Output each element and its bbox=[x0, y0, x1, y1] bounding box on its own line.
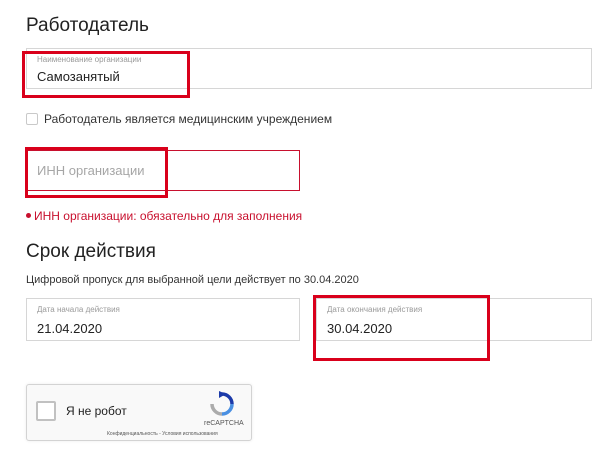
employer-heading: Работодатель bbox=[26, 15, 149, 36]
recaptcha-footer-links[interactable]: Конфиденциальность - Условия использован… bbox=[107, 431, 218, 437]
recaptcha-logo-icon bbox=[210, 391, 234, 416]
inn-error-message: ИНН организации: обязательно для заполне… bbox=[34, 209, 303, 223]
medical-institution-label: Работодатель является медицинским учрежд… bbox=[44, 112, 333, 126]
org-name-field[interactable]: Наименование организации Самозанятый bbox=[26, 48, 592, 89]
inn-placeholder: ИНН организации bbox=[37, 163, 145, 178]
end-date-label: Дата окончания действия bbox=[327, 305, 423, 314]
recaptcha-brand: reCAPTCHA bbox=[204, 420, 244, 427]
end-date-field[interactable]: Дата окончания действия 30.04.2020 bbox=[316, 298, 592, 341]
inn-input[interactable]: ИНН организации bbox=[26, 150, 300, 191]
start-date-field[interactable]: Дата начала действия 21.04.2020 bbox=[26, 298, 300, 341]
org-name-label: Наименование организации bbox=[37, 55, 142, 64]
recaptcha-checkbox[interactable] bbox=[36, 401, 56, 421]
error-dot-icon bbox=[26, 213, 31, 218]
org-name-value: Самозанятый bbox=[37, 69, 120, 84]
medical-institution-checkbox[interactable] bbox=[26, 113, 38, 125]
validity-heading: Срок действия bbox=[26, 241, 156, 262]
validity-note: Цифровой пропуск для выбранной цели дейс… bbox=[26, 274, 359, 286]
end-date-value: 30.04.2020 bbox=[327, 321, 393, 336]
start-date-label: Дата начала действия bbox=[37, 305, 120, 314]
recaptcha-label: Я не робот bbox=[66, 404, 127, 418]
start-date-value: 21.04.2020 bbox=[37, 321, 103, 336]
recaptcha-widget: Я не робот reCAPTCHA Конфиденциальность … bbox=[26, 384, 252, 441]
